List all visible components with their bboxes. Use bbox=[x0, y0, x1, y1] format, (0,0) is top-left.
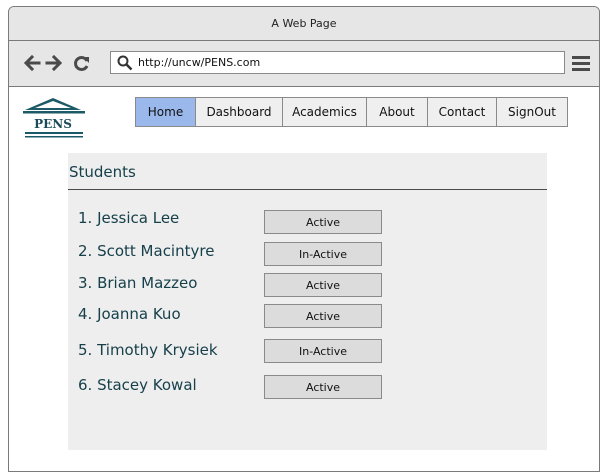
window-title: A Web Page bbox=[271, 17, 337, 30]
logo-text: PENS bbox=[34, 117, 72, 131]
students-panel: Students 1. Jessica Lee Active 2. Scott … bbox=[68, 153, 547, 450]
students-heading: Students bbox=[68, 163, 547, 190]
student-name: 2. Scott Macintyre bbox=[78, 242, 215, 260]
search-icon bbox=[117, 55, 133, 70]
pens-logo[interactable]: PENS bbox=[21, 96, 101, 138]
status-button[interactable]: Active bbox=[264, 304, 382, 328]
student-name: 5. Timothy Krysiek bbox=[78, 341, 218, 359]
arrow-left-icon[interactable] bbox=[23, 53, 41, 73]
student-name: 3. Brian Mazzeo bbox=[78, 274, 198, 292]
student-name: 6. Stacey Kowal bbox=[78, 376, 197, 394]
url-text: http://uncw/PENS.com bbox=[138, 56, 261, 69]
student-name: 4. Joanna Kuo bbox=[78, 305, 181, 323]
title-bar: A Web Page bbox=[9, 7, 599, 41]
tab-about[interactable]: About bbox=[367, 98, 428, 126]
page-content: PENS Home Dashboard Academics About Cont… bbox=[9, 88, 599, 471]
status-button[interactable]: Active bbox=[264, 375, 382, 399]
main-nav: Home Dashboard Academics About Contact S… bbox=[135, 97, 568, 127]
tab-home[interactable]: Home bbox=[136, 98, 196, 126]
student-name: 1. Jessica Lee bbox=[78, 209, 180, 227]
tab-academics[interactable]: Academics bbox=[283, 98, 367, 126]
status-button[interactable]: In-Active bbox=[264, 339, 382, 363]
tab-contact[interactable]: Contact bbox=[428, 98, 497, 126]
status-button[interactable]: In-Active bbox=[264, 242, 382, 266]
tab-signout[interactable]: SignOut bbox=[497, 98, 567, 126]
status-button[interactable]: Active bbox=[264, 273, 382, 297]
browser-window: A Web Page http://uncw/PENS.com PENS Hom… bbox=[8, 6, 600, 472]
tab-dashboard[interactable]: Dashboard bbox=[196, 98, 283, 126]
hamburger-menu-icon[interactable] bbox=[571, 54, 591, 72]
status-button[interactable]: Active bbox=[264, 210, 382, 234]
arrow-right-icon[interactable] bbox=[45, 53, 63, 73]
reload-icon[interactable] bbox=[73, 53, 91, 73]
address-bar: http://uncw/PENS.com bbox=[9, 41, 599, 87]
url-input[interactable]: http://uncw/PENS.com bbox=[110, 51, 565, 74]
